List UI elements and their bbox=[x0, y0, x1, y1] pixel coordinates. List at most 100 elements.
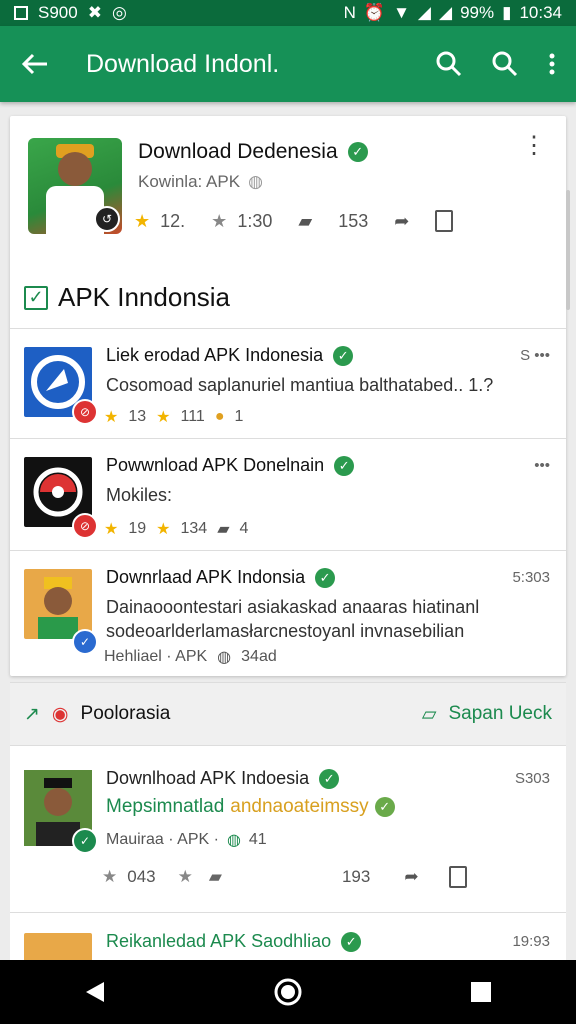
card-menu-button[interactable]: ⋮ bbox=[522, 134, 546, 158]
verified-icon: ✓ bbox=[333, 345, 354, 366]
item-thumbnail bbox=[24, 933, 92, 961]
share-icon[interactable]: ➦ bbox=[394, 211, 409, 232]
item-menu[interactable]: S ••• bbox=[520, 347, 550, 364]
verified-icon: ✓ bbox=[374, 797, 395, 817]
post-meta: Mauiraa · APK · bbox=[106, 831, 219, 848]
section-header: ✓ APK Inndonsia bbox=[24, 282, 230, 313]
item-count: 111 bbox=[180, 408, 205, 425]
star-icon: ★ bbox=[134, 210, 151, 231]
status-bar: S900 ✖ ◎ N ⏰ ▼ ◢ ◢ 99% ▮ 10:34 bbox=[0, 0, 576, 26]
post-meta-count: 41 bbox=[248, 831, 267, 848]
post-title: Downlhoad APK Indoesia bbox=[106, 768, 310, 788]
scrollbar[interactable] bbox=[566, 190, 570, 310]
save-icon[interactable] bbox=[435, 210, 454, 232]
post-stat-2: 193 bbox=[341, 867, 371, 886]
react-icon[interactable]: ▰ bbox=[209, 867, 222, 887]
cell-signal-icon-2: ◢ bbox=[438, 3, 453, 22]
back-button[interactable] bbox=[0, 52, 70, 76]
post-tag-dark[interactable]: Mepsimnatlad bbox=[106, 796, 224, 818]
app-bar-title: Download Indonl. bbox=[86, 49, 280, 78]
hero-subtitle: Kowinla: APK bbox=[138, 172, 241, 191]
battery-percent: 99% bbox=[460, 3, 495, 22]
star-icon: ★ bbox=[156, 521, 171, 538]
item-title: Liek erodad APK Indonesia bbox=[106, 345, 324, 365]
comment-icon: ◍ bbox=[248, 172, 263, 191]
post-time: S303 bbox=[514, 770, 550, 787]
hero-subtitle-row: Kowinla: APK ◍ bbox=[138, 172, 263, 192]
app-bar: Download Indonl. bbox=[0, 26, 576, 102]
play-icon: ↺ bbox=[94, 206, 120, 232]
alarm-icon: ⏰ bbox=[363, 3, 386, 22]
star-outline-icon[interactable]: ★ bbox=[102, 867, 117, 887]
star-outline-icon[interactable]: ★ bbox=[178, 867, 193, 887]
list-item[interactable]: Reikanledad APK Saodhliao ✓ 19:93 bbox=[10, 912, 566, 961]
star-icon: ★ bbox=[104, 409, 119, 426]
home-nav-icon[interactable] bbox=[274, 978, 302, 1006]
comment-bubble-icon[interactable]: ▰ bbox=[298, 211, 312, 232]
share-icon[interactable]: ➦ bbox=[404, 867, 418, 887]
hero-stat-duration: 1:30 bbox=[237, 210, 273, 231]
app-icon: ✖ bbox=[87, 3, 102, 22]
wifi-icon: ▼ bbox=[393, 3, 410, 22]
item-comments: 4 bbox=[239, 520, 249, 537]
item-meta: Hehliael · APK bbox=[104, 648, 208, 665]
comment-icon: ◍ bbox=[217, 649, 232, 666]
see-all-label: Sapan Ueck bbox=[448, 703, 552, 724]
item-menu[interactable]: ••• bbox=[534, 457, 550, 474]
item-description: Cosomoad saplanuriel mantiua balthatabed… bbox=[106, 375, 494, 395]
verified-icon: ✓ bbox=[315, 567, 336, 588]
nfc-icon: N bbox=[343, 3, 356, 22]
item-title: Powwnload APK Donelnain bbox=[106, 455, 325, 475]
comment-icon: ◍ bbox=[226, 832, 241, 849]
star-icon: ★ bbox=[104, 521, 119, 538]
clock: 10:34 bbox=[519, 3, 562, 22]
battery-icon: ▮ bbox=[502, 3, 512, 22]
star-icon: ★ bbox=[156, 409, 171, 426]
verified-icon: ✓ bbox=[341, 931, 362, 952]
search-icon[interactable] bbox=[436, 51, 462, 77]
star-outline-icon[interactable]: ★ bbox=[211, 211, 227, 232]
hero-title-row[interactable]: Download Dedenesia ✓ bbox=[138, 140, 368, 164]
main-card: ↺ Download Dedenesia ✓ Kowinla: APK ◍ ⋮ … bbox=[10, 116, 566, 676]
item-reactions: 1 bbox=[234, 408, 244, 425]
save-icon[interactable] bbox=[448, 866, 467, 888]
edit-icon: ▱ bbox=[421, 703, 437, 725]
category-bar: ↗ ◉ Poolorasia ▱ Sapan Ueck bbox=[10, 682, 566, 746]
list-item[interactable]: ⊘ Liek erodad APK Indonesia ✓ S ••• Cosom… bbox=[10, 328, 566, 437]
verified-icon: ✓ bbox=[347, 142, 368, 162]
emoji-icon: ● bbox=[214, 408, 225, 425]
list-item[interactable]: ✓ Downrlaad APK Indonsia ✓ 5:303 Dainaooo… bbox=[10, 550, 566, 677]
hero-thumbnail[interactable]: ↺ bbox=[28, 138, 122, 234]
back-arrow-icon bbox=[21, 53, 47, 75]
comment-bubble-icon: ▰ bbox=[217, 521, 230, 538]
search-icon-2[interactable] bbox=[492, 51, 518, 77]
hero-stat-count: 153 bbox=[338, 210, 369, 231]
item-rating: 13 bbox=[128, 408, 147, 425]
item-comments: 34ad bbox=[241, 648, 277, 665]
category-label: Poolorasia bbox=[80, 703, 171, 724]
item-rating: 19 bbox=[128, 520, 147, 537]
verified-icon: ✓ bbox=[319, 768, 340, 789]
back-nav-icon[interactable] bbox=[84, 980, 106, 1004]
recents-nav-icon[interactable] bbox=[470, 981, 492, 1003]
hero-title: Download Dedenesia bbox=[138, 140, 338, 163]
signal-app-icon: ◎ bbox=[111, 3, 127, 22]
verified-icon: ✓ bbox=[334, 455, 355, 476]
app-logo-icon: ◉ bbox=[51, 703, 69, 725]
see-all-button[interactable]: ▱ Sapan Ueck bbox=[422, 703, 566, 726]
overflow-menu-icon[interactable] bbox=[548, 52, 556, 76]
list-item[interactable]: ⊘ Powwnload APK Donelnain ✓ ••• Mokiles: … bbox=[10, 438, 566, 549]
badge-icon: ✓ bbox=[72, 629, 98, 655]
chart-icon: ↗ bbox=[24, 703, 40, 725]
badge-icon: ✓ bbox=[72, 828, 98, 854]
badge-icon: ⊘ bbox=[72, 399, 98, 425]
checkbox-icon: ✓ bbox=[24, 285, 48, 310]
hero-stat-rating: 12. bbox=[160, 210, 186, 231]
screenshot-icon bbox=[14, 6, 28, 20]
post-tag-light[interactable]: andnaoateimssy bbox=[230, 796, 368, 818]
badge-icon: ⊘ bbox=[72, 513, 98, 539]
hero-stats: ★ 12. ★ 1:30 ▰ 153 ➦ bbox=[134, 210, 504, 232]
item-count: 134 bbox=[180, 520, 208, 537]
item-description: Dainaooontestari asiakaskad anaaras hiat… bbox=[106, 597, 480, 641]
status-left-text: S900 bbox=[38, 3, 78, 22]
